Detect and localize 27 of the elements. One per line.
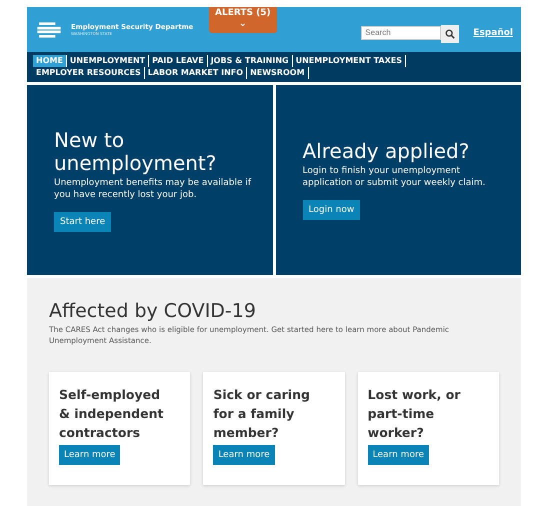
- section-heading: Affected by COVID-19: [49, 300, 257, 322]
- language-link[interactable]: Español: [473, 28, 513, 38]
- nav-item[interactable]: UNEMPLOYMENT TAXES: [292, 55, 406, 67]
- card-title: Lost work, or part-time worker?: [368, 386, 462, 442]
- nav-item[interactable]: PAID LEAVE: [149, 55, 208, 67]
- nav-item[interactable]: NEWSROOM: [247, 67, 309, 79]
- hero-text: Login to finish your unemployment application or submit your weekly claim.: [302, 165, 486, 189]
- hero-button[interactable]: Login now: [302, 200, 360, 220]
- nav-item[interactable]: HOME: [33, 55, 67, 67]
- hero-heading: Already applied?: [302, 140, 470, 163]
- search-button[interactable]: [441, 24, 460, 42]
- learn-more-button[interactable]: Learn more: [59, 445, 120, 465]
- nav-item[interactable]: UNEMPLOYMENT: [66, 55, 150, 67]
- nav-item[interactable]: EMPLOYER RESOURCES: [33, 67, 145, 79]
- learn-more-button[interactable]: Learn more: [368, 445, 429, 465]
- hero-text: Unemployment benefits may be available if you have recently lost your job.: [54, 176, 252, 200]
- nav-item[interactable]: JOBS & TRAINING: [208, 55, 293, 67]
- nav-item[interactable]: LABOR MARKET INFO: [144, 67, 248, 79]
- search-icon: [445, 28, 456, 38]
- search-field[interactable]: Search: [361, 26, 442, 40]
- alerts-tab[interactable]: ALERTS (5) ⌄: [209, 7, 277, 33]
- card-title: Self-employed & independent contractors: [59, 386, 164, 442]
- card-title: Sick or caring for a family member?: [213, 386, 311, 442]
- hero-button[interactable]: Start here: [54, 212, 112, 232]
- hero-heading: New to unemployment?: [54, 128, 218, 174]
- learn-more-button[interactable]: Learn more: [213, 445, 275, 465]
- logo-icon: [35, 20, 63, 38]
